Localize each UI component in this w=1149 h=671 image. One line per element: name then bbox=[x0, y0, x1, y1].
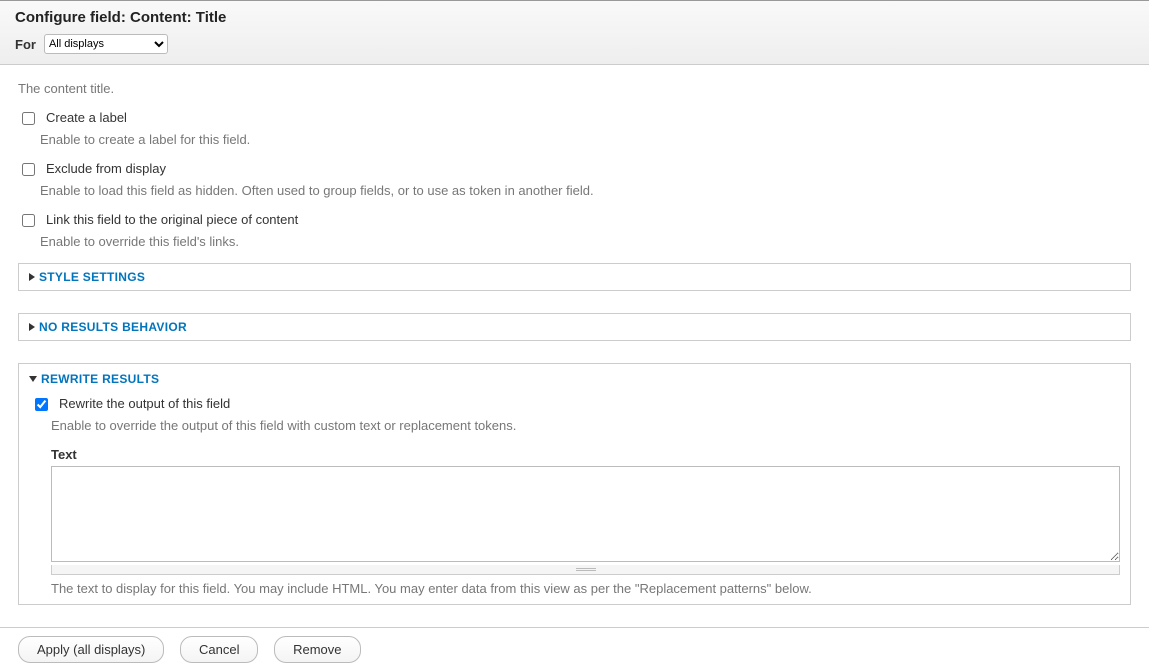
link-original-checkbox[interactable] bbox=[22, 214, 35, 227]
for-label: For bbox=[15, 37, 36, 52]
style-settings-title: STYLE SETTINGS bbox=[39, 270, 145, 284]
exclude-row: Exclude from display bbox=[18, 161, 1131, 179]
style-settings-section: STYLE SETTINGS bbox=[18, 263, 1131, 291]
no-results-toggle[interactable]: NO RESULTS BEHAVIOR bbox=[29, 320, 1120, 334]
chevron-down-icon bbox=[29, 376, 37, 382]
exclude-desc: Enable to load this field as hidden. Oft… bbox=[40, 183, 1131, 198]
exclude-text: Exclude from display bbox=[46, 161, 166, 176]
create-label-text: Create a label bbox=[46, 110, 127, 125]
rewrite-results-content: Rewrite the output of this field Enable … bbox=[29, 396, 1120, 596]
dialog: Configure field: Content: Title For All … bbox=[0, 0, 1149, 671]
exclude-checkbox[interactable] bbox=[22, 163, 35, 176]
link-original-text: Link this field to the original piece of… bbox=[46, 212, 298, 227]
cancel-button[interactable]: Cancel bbox=[180, 636, 258, 663]
field-description: The content title. bbox=[18, 81, 1131, 96]
chevron-right-icon bbox=[29, 273, 35, 281]
rewrite-output-label: Rewrite the output of this field bbox=[59, 396, 230, 411]
no-results-title: NO RESULTS BEHAVIOR bbox=[39, 320, 187, 334]
create-label-desc: Enable to create a label for this field. bbox=[40, 132, 1131, 147]
rewrite-text-block: Text bbox=[51, 447, 1120, 575]
remove-button[interactable]: Remove bbox=[274, 636, 360, 663]
rewrite-text-help: The text to display for this field. You … bbox=[51, 581, 1120, 596]
style-settings-toggle[interactable]: STYLE SETTINGS bbox=[29, 270, 1120, 284]
for-select[interactable]: All displays bbox=[44, 34, 168, 54]
rewrite-output-checkbox[interactable] bbox=[35, 398, 48, 411]
dialog-title: Configure field: Content: Title bbox=[15, 9, 1134, 26]
rewrite-text-label: Text bbox=[51, 447, 1120, 462]
apply-button[interactable]: Apply (all displays) bbox=[18, 636, 164, 663]
rewrite-results-title: REWRITE RESULTS bbox=[41, 372, 159, 386]
dialog-header: Configure field: Content: Title For All … bbox=[0, 1, 1149, 65]
link-original-row: Link this field to the original piece of… bbox=[18, 212, 1131, 230]
create-label-checkbox[interactable] bbox=[22, 112, 35, 125]
chevron-right-icon bbox=[29, 323, 35, 331]
rewrite-results-toggle[interactable]: REWRITE RESULTS bbox=[29, 372, 1120, 386]
dialog-body: The content title. Create a label Enable… bbox=[0, 65, 1149, 605]
rewrite-output-desc: Enable to override the output of this fi… bbox=[51, 418, 1120, 433]
for-row: For All displays bbox=[15, 34, 1134, 54]
dialog-footer: Apply (all displays) Cancel Remove bbox=[0, 627, 1149, 671]
rewrite-text-textarea[interactable] bbox=[51, 466, 1120, 562]
create-label-row: Create a label bbox=[18, 110, 1131, 128]
link-original-desc: Enable to override this field's links. bbox=[40, 234, 1131, 249]
no-results-section: NO RESULTS BEHAVIOR bbox=[18, 313, 1131, 341]
rewrite-output-row: Rewrite the output of this field bbox=[31, 396, 1120, 414]
rewrite-results-section: REWRITE RESULTS Rewrite the output of th… bbox=[18, 363, 1131, 605]
textarea-resize-handle[interactable] bbox=[51, 565, 1120, 575]
